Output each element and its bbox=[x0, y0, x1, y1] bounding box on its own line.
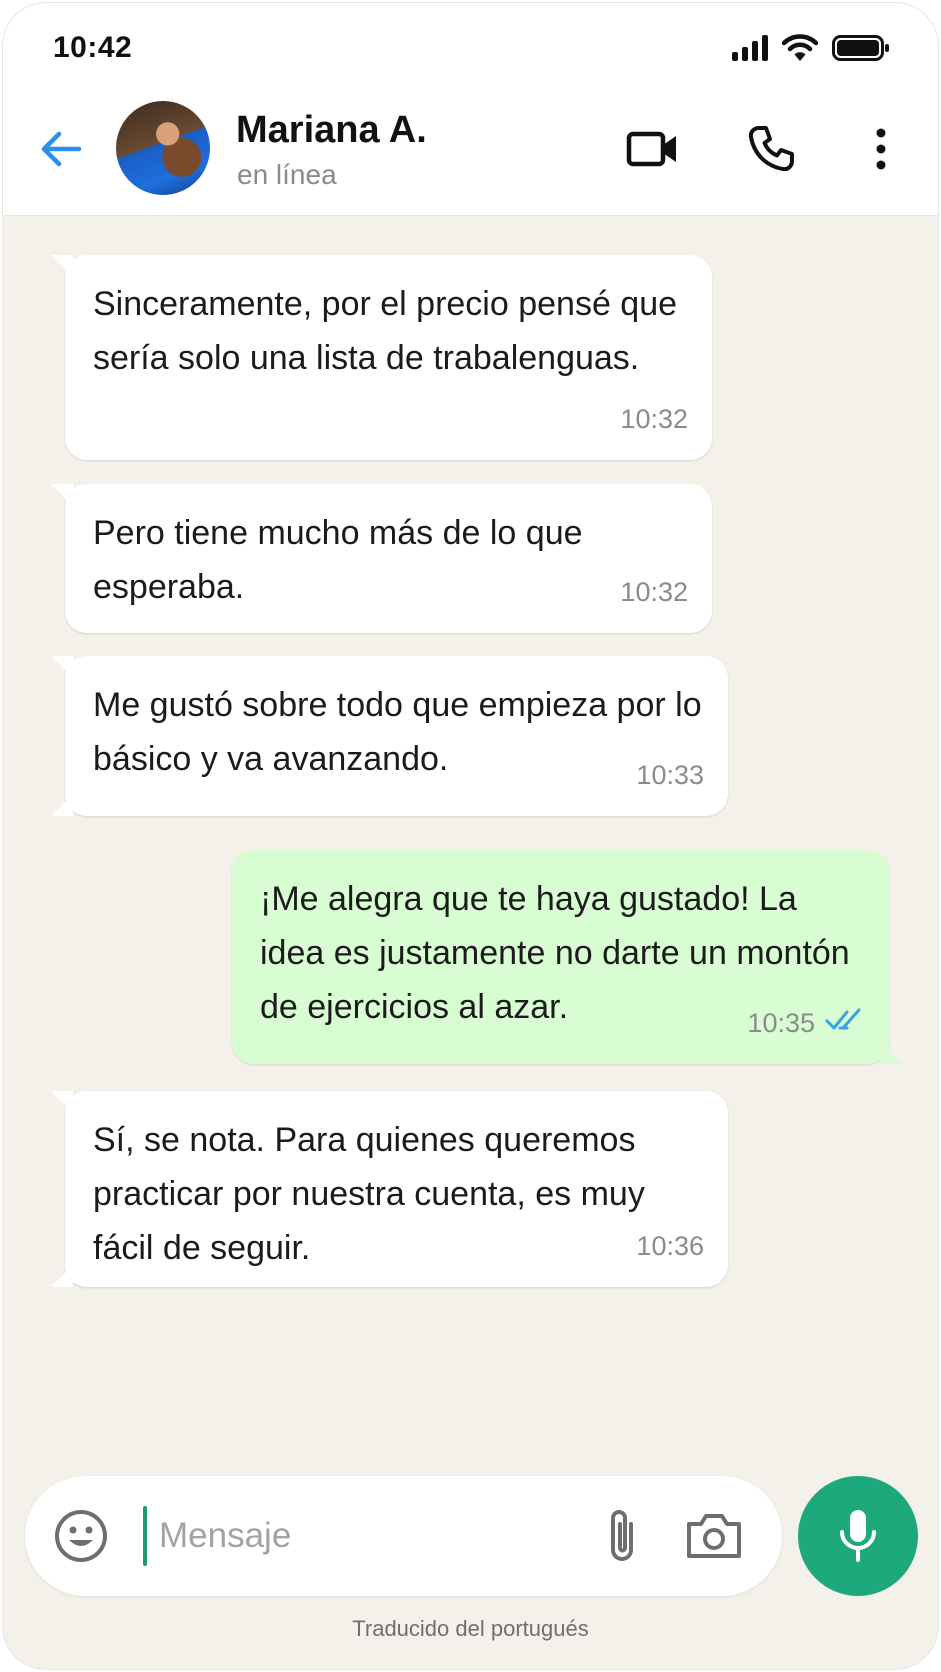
contact-name[interactable]: Mariana A. bbox=[236, 109, 427, 152]
message-input[interactable] bbox=[159, 1506, 539, 1566]
battery-icon bbox=[832, 34, 890, 62]
mic-icon bbox=[840, 1510, 876, 1562]
phone-call-icon[interactable] bbox=[743, 121, 799, 177]
attach-icon[interactable] bbox=[595, 1504, 651, 1568]
status-time: 10:42 bbox=[53, 31, 133, 64]
message-text: Pero tiene mucho más de lo que esperaba. bbox=[93, 514, 583, 606]
camera-icon[interactable] bbox=[683, 1504, 745, 1568]
translation-note: Traducido del portugués bbox=[352, 1616, 589, 1641]
mic-button[interactable] bbox=[798, 1476, 918, 1596]
more-options-icon[interactable] bbox=[853, 121, 909, 177]
phone-frame: 10:42 Mariana A. en línea Sinceramente, … bbox=[2, 2, 939, 1670]
avatar[interactable] bbox=[116, 101, 210, 195]
emoji-icon[interactable] bbox=[53, 1508, 109, 1564]
status-icons bbox=[732, 33, 890, 63]
contact-status: en línea bbox=[237, 159, 337, 190]
signal-icon bbox=[732, 35, 768, 61]
chat-area[interactable]: Sinceramente, por el precio pensé que se… bbox=[3, 217, 938, 1669]
message-text: Sinceramente, por el precio pensé que se… bbox=[93, 285, 678, 377]
message-bubble[interactable]: Pero tiene mucho más de lo que esperaba.… bbox=[51, 484, 712, 633]
message-time: 10:32 bbox=[620, 577, 688, 607]
message-bubble-outgoing[interactable]: ¡Me alegra que te haya gustado! La idea … bbox=[232, 850, 903, 1064]
message-bubble[interactable]: Me gustó sobre todo que empieza por lo b… bbox=[51, 656, 728, 816]
message-time: 10:33 bbox=[636, 760, 704, 790]
message-bubble[interactable]: Sinceramente, por el precio pensé que se… bbox=[51, 255, 712, 460]
top-bar: 10:42 Mariana A. en línea bbox=[3, 3, 938, 216]
message-composer bbox=[25, 1476, 782, 1596]
message-bubble[interactable]: Sí, se nota. Para quienes queremos pract… bbox=[51, 1091, 728, 1287]
message-time: 10:36 bbox=[636, 1231, 704, 1261]
back-arrow-icon[interactable] bbox=[37, 125, 85, 173]
message-text: Me gustó sobre todo que empieza por lo b… bbox=[93, 686, 702, 778]
message-time: 10:35 bbox=[747, 1008, 815, 1038]
wifi-icon bbox=[782, 34, 818, 62]
double-check-icon bbox=[825, 996, 865, 1050]
message-time: 10:32 bbox=[620, 404, 688, 434]
message-text: Sí, se nota. Para quienes queremos pract… bbox=[93, 1121, 645, 1267]
video-call-icon[interactable] bbox=[625, 121, 681, 177]
text-cursor bbox=[143, 1506, 147, 1566]
